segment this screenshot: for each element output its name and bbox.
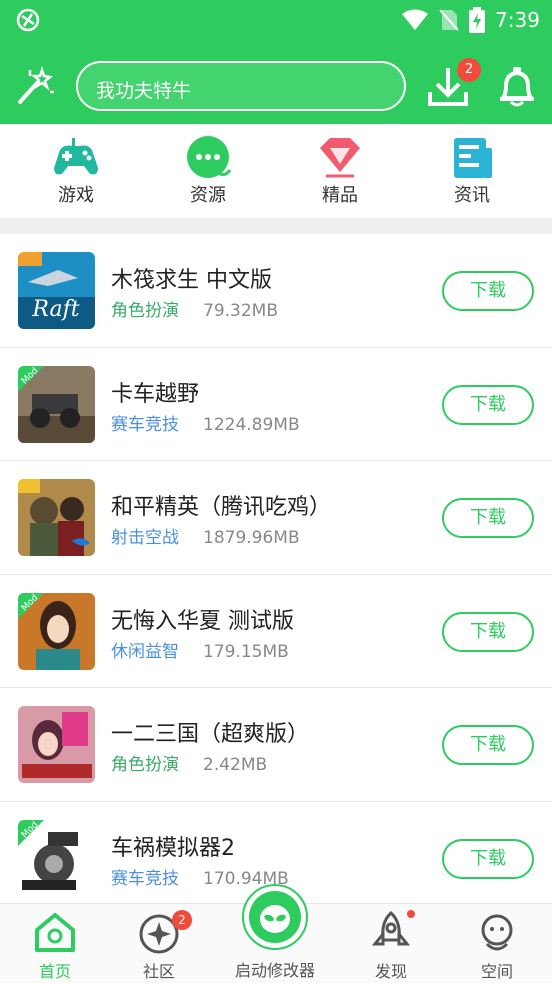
app-meta: 角色扮演 79.32MB xyxy=(111,296,278,321)
download-button[interactable]: 下载 xyxy=(442,498,534,539)
category-resources[interactable]: 资源 xyxy=(142,124,274,218)
tab-community[interactable]: 2 社区 xyxy=(104,904,214,984)
magic-wand-icon[interactable] xyxy=(14,64,56,106)
app-thumbnail-sanguo xyxy=(18,706,95,784)
robot-face-icon xyxy=(481,914,513,951)
app-category: 休闲益智 xyxy=(111,641,179,662)
list-item[interactable]: Mod 无悔入华夏 测试版 休闲益智 179.15MB 下载 xyxy=(0,574,552,689)
tab-label: 发现 xyxy=(374,962,407,981)
tab-space[interactable]: 空间 xyxy=(442,904,552,984)
category-news[interactable]: 资讯 xyxy=(406,124,538,218)
clock: 7:39 xyxy=(495,8,540,32)
app-thumbnail-truck: Mod xyxy=(18,365,95,443)
app-size: 2.42MB xyxy=(203,755,268,776)
app-category: 赛车竞技 xyxy=(111,868,179,889)
category-premium[interactable]: 精品 xyxy=(274,124,406,218)
app-title: 一二三国（超爽版） xyxy=(111,722,310,748)
app-size: 1879.96MB xyxy=(203,528,300,549)
app-thumbnail-crash-sim: Mod xyxy=(18,819,95,897)
app-thumbnail-huaxia: Mod xyxy=(18,592,95,670)
app-meta: 赛车竞技 1224.89MB xyxy=(111,410,300,435)
category-label: 游戏 xyxy=(58,185,94,206)
tab-label: 社区 xyxy=(142,962,175,981)
download-badge: 2 xyxy=(457,58,481,82)
home-icon xyxy=(35,913,75,952)
app-meta: 休闲益智 179.15MB xyxy=(111,637,289,662)
app-title: 和平精英（腾讯吃鸡） xyxy=(111,495,332,521)
search-text: 我功夫特牛 xyxy=(96,80,192,102)
status-bar: 7:39 xyxy=(0,0,552,40)
list-item[interactable]: Mod 卡车越野 赛车竞技 1224.89MB 下载 xyxy=(0,347,552,462)
list-item[interactable]: Raft 木筏求生 中文版 角色扮演 79.32MB 下载 xyxy=(0,234,552,348)
section-divider xyxy=(0,218,552,234)
discover-dot xyxy=(407,910,415,918)
app-status-icon xyxy=(16,8,40,32)
alien-face-icon xyxy=(249,891,301,943)
category-label: 资讯 xyxy=(454,185,490,206)
diamond-icon xyxy=(320,138,360,178)
tab-label: 空间 xyxy=(480,962,513,981)
rocket-icon xyxy=(371,910,411,946)
gamepad-icon xyxy=(54,138,98,175)
svg-text:Raft: Raft xyxy=(31,297,79,322)
app-title: 卡车越野 xyxy=(111,381,200,407)
download-button[interactable]: 下载 xyxy=(442,384,534,425)
app-list: Raft 木筏求生 中文版 角色扮演 79.32MB 下载 Mod 卡车越野 赛车… xyxy=(0,234,552,916)
no-sim-icon xyxy=(439,9,459,31)
app-category: 角色扮演 xyxy=(111,755,179,776)
app-meta: 射击空战 1879.96MB xyxy=(111,523,300,548)
app-size: 1224.89MB xyxy=(203,414,300,435)
app-size: 79.32MB xyxy=(203,301,278,321)
app-category: 角色扮演 xyxy=(111,301,179,321)
app-title: 无悔入华夏 测试版 xyxy=(111,608,294,634)
category-label: 精品 xyxy=(322,185,358,206)
launcher-button[interactable] xyxy=(242,884,308,950)
chat-bubble-icon xyxy=(187,136,232,178)
bell-icon[interactable] xyxy=(496,64,538,108)
list-item[interactable]: 一二三国（超爽版） 角色扮演 2.42MB 下载 xyxy=(0,688,552,802)
category-bar: 游戏 资源 精品 资讯 xyxy=(0,124,552,218)
wifi-icon xyxy=(402,9,429,30)
app-title: 木筏求生 中文版 xyxy=(111,268,272,293)
list-item[interactable]: 和平精英（腾讯吃鸡） 射击空战 1879.96MB 下载 xyxy=(0,461,552,575)
download-button[interactable]: 下载 xyxy=(442,725,534,766)
app-size: 179.15MB xyxy=(203,641,289,662)
tab-discover[interactable]: 发现 xyxy=(336,904,446,984)
tab-label: 首页 xyxy=(38,962,71,981)
download-button[interactable]: 下载 xyxy=(442,838,534,879)
news-icon xyxy=(454,138,492,178)
app-category: 赛车竞技 xyxy=(111,414,179,435)
app-meta: 角色扮演 2.42MB xyxy=(111,750,267,775)
tab-home[interactable]: 首页 xyxy=(0,904,110,984)
app-title: 车祸模拟器2 xyxy=(111,835,235,861)
category-label: 资源 xyxy=(190,185,226,206)
app-thumbnail-raft: Raft xyxy=(18,252,95,329)
launcher-label: 启动修改器 xyxy=(234,961,315,980)
top-header: 我功夫特牛 2 xyxy=(0,40,552,124)
app-thumbnail-peace-elite xyxy=(18,479,95,557)
community-badge: 2 xyxy=(172,910,192,930)
download-button[interactable]: 下载 xyxy=(442,611,534,652)
download-button[interactable]: 下载 xyxy=(442,271,534,311)
category-games[interactable]: 游戏 xyxy=(10,124,142,218)
search-box[interactable]: 我功夫特牛 xyxy=(76,61,406,111)
battery-icon xyxy=(469,7,486,33)
app-category: 射击空战 xyxy=(111,528,179,549)
